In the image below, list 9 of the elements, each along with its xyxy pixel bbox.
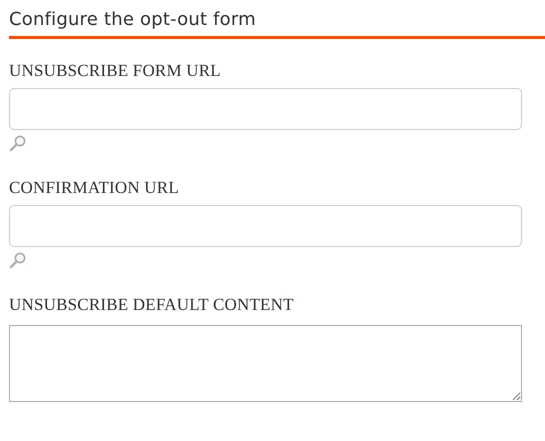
url-field[interactable] [9, 205, 522, 247]
field-label: UNSUBSCRIBE DEFAULT CONTENT [9, 295, 294, 315]
field-label: CONFIRMATION URL [9, 178, 179, 198]
section-heading: Configure the opt-out form [9, 9, 545, 39]
search-icon[interactable] [9, 135, 26, 152]
url-field[interactable] [9, 88, 522, 130]
field-label: UNSUBSCRIBE FORM URL [9, 61, 221, 81]
content-field[interactable] [9, 325, 522, 402]
search-icon[interactable] [9, 252, 26, 269]
